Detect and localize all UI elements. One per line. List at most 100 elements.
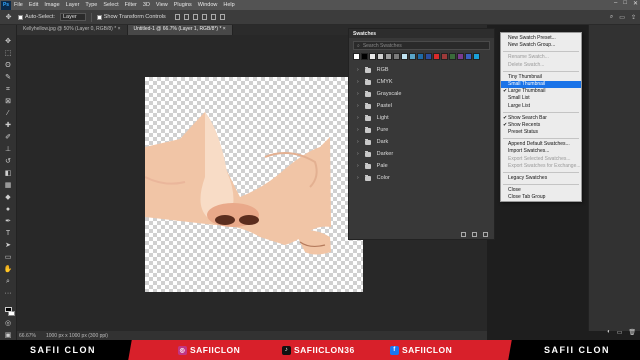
zoom-level[interactable]: 66.67%: [19, 333, 36, 339]
chevron-right-icon[interactable]: ›: [357, 91, 359, 97]
swatch-group-pastel[interactable]: › Pastel: [349, 100, 494, 112]
more-tools-icon[interactable]: ···: [4, 289, 13, 298]
swatch-group-color[interactable]: › Color: [349, 172, 494, 184]
foreground-color-swatch[interactable]: [4, 307, 12, 312]
healing-tool-icon[interactable]: ✚: [4, 121, 13, 130]
menu-view[interactable]: View: [153, 2, 171, 8]
menu-item-append-default-swatches[interactable]: Append Default Swatches...: [501, 141, 581, 148]
type-tool-icon[interactable]: T: [4, 229, 13, 238]
adjust-icon[interactable]: ◐: [607, 329, 611, 336]
share-icon[interactable]: ⇪: [631, 14, 636, 21]
eraser-tool-icon[interactable]: ◧: [4, 169, 13, 178]
swatch-group-grayscale[interactable]: › Grayscale: [349, 88, 494, 100]
menu-3d[interactable]: 3D: [140, 2, 153, 8]
menu-item-small-thumbnail[interactable]: Small Thumbnail: [501, 80, 581, 89]
menu-window[interactable]: Window: [195, 2, 221, 8]
recent-swatch[interactable]: [393, 53, 400, 60]
align-left-icon[interactable]: [174, 14, 180, 20]
menu-select[interactable]: Select: [100, 2, 121, 8]
chevron-right-icon[interactable]: ›: [357, 151, 359, 157]
recent-swatch[interactable]: [377, 53, 384, 60]
recent-swatch[interactable]: [385, 53, 392, 60]
marquee-tool-icon[interactable]: ⬚: [4, 49, 13, 58]
pen-tool-icon[interactable]: ✒: [4, 217, 13, 226]
menu-item-import-swatches[interactable]: Import Swatches...: [501, 148, 581, 155]
quick-select-tool-icon[interactable]: ✎: [4, 73, 13, 82]
recent-swatch[interactable]: [353, 53, 360, 60]
crop-tool-icon[interactable]: ⌗: [4, 85, 13, 94]
chevron-right-icon[interactable]: ›: [357, 67, 359, 73]
gradient-tool-icon[interactable]: ▦: [4, 181, 13, 190]
auto-select-checkbox[interactable]: Auto-Select:: [18, 14, 55, 20]
stamp-tool-icon[interactable]: ⊥: [4, 145, 13, 154]
swatch-group-rgb[interactable]: › RGB: [349, 64, 494, 76]
menu-item-close[interactable]: Close: [501, 187, 581, 194]
minimize-icon[interactable]: –: [614, 0, 617, 7]
align-center-icon[interactable]: [183, 14, 189, 20]
menu-item-new-swatch-group[interactable]: New Swatch Group...: [501, 42, 581, 49]
document-canvas[interactable]: [144, 77, 363, 292]
menu-filter[interactable]: Filter: [122, 2, 140, 8]
align-middle-icon[interactable]: [210, 14, 216, 20]
recent-swatch[interactable]: [417, 53, 424, 60]
tab-document-1[interactable]: Kellyhellow.jpg @ 50% (Layer 0, RGB/8) *…: [17, 25, 128, 35]
recent-swatch[interactable]: [425, 53, 432, 60]
chevron-right-icon[interactable]: ›: [357, 79, 359, 85]
swatch-group-light[interactable]: › Light: [349, 112, 494, 124]
folder-icon[interactable]: ▭: [617, 329, 623, 336]
chevron-right-icon[interactable]: ›: [357, 139, 359, 145]
workspace-icon[interactable]: ▭: [619, 14, 625, 21]
recent-swatch[interactable]: [457, 53, 464, 60]
tab-close-icon[interactable]: ×: [118, 26, 121, 32]
swatch-group-darker[interactable]: › Darker: [349, 148, 494, 160]
move-tool-icon[interactable]: ✥: [4, 13, 13, 22]
chevron-right-icon[interactable]: ›: [357, 103, 359, 109]
tab-document-2[interactable]: Untitled-1 @ 66.7% (Layer 1, RGB/8*) * ×: [127, 25, 233, 35]
menu-item-legacy-swatches[interactable]: Legacy Swatches: [501, 175, 581, 182]
hand-tool-icon[interactable]: ✋: [4, 265, 13, 274]
recent-swatch[interactable]: [465, 53, 472, 60]
menu-layer[interactable]: Layer: [63, 2, 83, 8]
swatch-group-dark[interactable]: › Dark: [349, 136, 494, 148]
menu-item-new-swatch-preset[interactable]: New Swatch Preset...: [501, 35, 581, 42]
align-right-icon[interactable]: [192, 14, 198, 20]
menu-plugins[interactable]: Plugins: [171, 2, 195, 8]
blur-tool-icon[interactable]: ◆: [4, 193, 13, 202]
chevron-right-icon[interactable]: ›: [357, 115, 359, 121]
quick-mask-icon[interactable]: ◎: [4, 319, 13, 328]
recent-swatch[interactable]: [361, 53, 368, 60]
shape-tool-icon[interactable]: ▭: [4, 253, 13, 262]
menu-item-preset-status[interactable]: Preset Status: [501, 129, 581, 136]
align-top-icon[interactable]: [201, 14, 207, 20]
close-icon[interactable]: ✕: [633, 0, 638, 7]
recent-swatch[interactable]: [433, 53, 440, 60]
maximize-icon[interactable]: □: [623, 0, 627, 7]
swatch-search-field[interactable]: ⌕ Search Swatches: [353, 41, 490, 50]
trash-icon[interactable]: [483, 232, 488, 237]
menu-item-show-search-bar[interactable]: ✔ Show Search Bar: [501, 115, 581, 122]
lasso-tool-icon[interactable]: ʘ: [4, 61, 13, 70]
recent-swatch[interactable]: [401, 53, 408, 60]
swatch-group-pure[interactable]: › Pure: [349, 124, 494, 136]
menu-help[interactable]: Help: [220, 2, 237, 8]
chevron-right-icon[interactable]: ›: [357, 163, 359, 169]
brush-tool-icon[interactable]: ✐: [4, 133, 13, 142]
menu-item-small-list[interactable]: Small List: [501, 95, 581, 102]
menu-image[interactable]: Image: [41, 2, 62, 8]
eyedropper-tool-icon[interactable]: ⁄: [4, 109, 13, 118]
chevron-right-icon[interactable]: ›: [357, 175, 359, 181]
menu-item-close-tab-group[interactable]: Close Tab Group: [501, 194, 581, 201]
recent-swatch[interactable]: [441, 53, 448, 60]
chevron-right-icon[interactable]: ›: [357, 127, 359, 133]
menu-edit[interactable]: Edit: [26, 2, 41, 8]
trash-icon[interactable]: 🗑: [628, 329, 636, 336]
menu-item-show-recents[interactable]: ✔ Show Recents: [501, 122, 581, 129]
swatch-group-cmyk[interactable]: › CMYK: [349, 76, 494, 88]
new-swatch-icon[interactable]: [472, 232, 477, 237]
swatch-group-pale[interactable]: › Pale: [349, 160, 494, 172]
recent-swatch[interactable]: [473, 53, 480, 60]
frame-tool-icon[interactable]: ⊠: [4, 97, 13, 106]
menu-item-large-list[interactable]: Large List: [501, 103, 581, 110]
menu-file[interactable]: File: [11, 2, 26, 8]
move-tool-icon[interactable]: ✥: [4, 37, 13, 46]
